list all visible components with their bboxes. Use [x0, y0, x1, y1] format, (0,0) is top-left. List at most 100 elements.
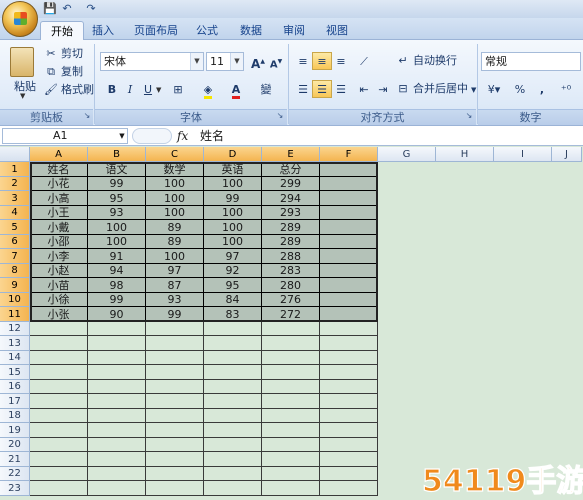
table-cell[interactable] — [320, 206, 378, 220]
chevron-down-icon[interactable]: ▼ — [471, 86, 476, 94]
empty-cell[interactable] — [320, 423, 378, 438]
column-header-g[interactable]: G — [378, 147, 436, 162]
header-cell[interactable]: 语文 — [88, 162, 146, 177]
tab-view[interactable]: 视图 — [316, 21, 358, 40]
empty-cell[interactable] — [320, 409, 378, 423]
row-header[interactable]: 15 — [0, 365, 30, 380]
empty-cell[interactable] — [262, 481, 320, 496]
row-header[interactable]: 21 — [0, 452, 30, 467]
underline-button[interactable]: U — [138, 80, 158, 98]
column-header-i[interactable]: I — [494, 147, 552, 162]
table-cell[interactable]: 100 — [146, 249, 204, 264]
table-cell[interactable]: 272 — [262, 307, 320, 322]
empty-cell[interactable] — [262, 438, 320, 452]
row-header[interactable]: 16 — [0, 380, 30, 394]
empty-cell[interactable] — [88, 336, 146, 351]
row-header[interactable]: 14 — [0, 351, 30, 365]
row-header[interactable]: 22 — [0, 467, 30, 481]
table-cell[interactable]: 83 — [204, 307, 262, 322]
table-cell[interactable]: 小高 — [30, 191, 88, 206]
align-middle-button[interactable]: ≡ — [312, 52, 332, 70]
increase-decimal-button[interactable]: ⁺⁰ — [556, 80, 576, 98]
empty-cell[interactable] — [204, 481, 262, 496]
row-header[interactable]: 5 — [0, 220, 30, 235]
font-color-button[interactable]: A — [226, 80, 246, 99]
table-cell[interactable]: 87 — [146, 278, 204, 293]
empty-cell[interactable] — [320, 438, 378, 452]
grow-font-button[interactable]: A▲ — [248, 52, 268, 71]
column-header-c[interactable]: C — [146, 147, 204, 162]
table-cell[interactable]: 99 — [146, 307, 204, 322]
redo-icon[interactable]: ↷ — [84, 2, 98, 16]
column-header-f[interactable]: F — [320, 147, 378, 162]
table-cell[interactable]: 94 — [88, 264, 146, 278]
comma-button[interactable]: , — [532, 80, 552, 98]
row-header[interactable]: 10 — [0, 293, 30, 307]
empty-cell[interactable] — [88, 394, 146, 409]
table-cell[interactable] — [320, 307, 378, 322]
header-cell[interactable]: 姓名 — [30, 162, 88, 177]
column-header-e[interactable]: E — [262, 147, 320, 162]
table-cell[interactable]: 93 — [88, 206, 146, 220]
table-cell[interactable]: 100 — [204, 235, 262, 249]
table-cell[interactable]: 95 — [204, 278, 262, 293]
empty-cell[interactable] — [146, 322, 204, 336]
font-launcher-icon[interactable]: ↘ — [275, 111, 285, 121]
name-box[interactable]: A1 — [2, 128, 128, 144]
table-cell[interactable]: 280 — [262, 278, 320, 293]
empty-cell[interactable] — [146, 438, 204, 452]
table-cell[interactable]: 84 — [204, 293, 262, 307]
tab-home[interactable]: 开始 — [40, 21, 84, 40]
row-header[interactable]: 13 — [0, 336, 30, 351]
empty-cell[interactable] — [146, 380, 204, 394]
empty-cell[interactable] — [88, 423, 146, 438]
table-cell[interactable] — [320, 177, 378, 191]
table-cell[interactable] — [320, 191, 378, 206]
empty-cell[interactable] — [320, 365, 378, 380]
table-cell[interactable]: 小徐 — [30, 293, 88, 307]
empty-cell[interactable] — [204, 394, 262, 409]
table-cell[interactable] — [320, 249, 378, 264]
empty-cell[interactable] — [88, 467, 146, 481]
empty-cell[interactable] — [320, 380, 378, 394]
empty-cell[interactable] — [88, 409, 146, 423]
empty-cell[interactable] — [88, 452, 146, 467]
chevron-down-icon[interactable]: ▼ — [230, 53, 243, 70]
alignment-launcher-icon[interactable]: ↘ — [464, 111, 474, 121]
table-cell[interactable]: 100 — [146, 206, 204, 220]
table-cell[interactable]: 小李 — [30, 249, 88, 264]
table-cell[interactable]: 283 — [262, 264, 320, 278]
increase-indent-button[interactable]: ⇥ — [373, 80, 393, 98]
tab-insert[interactable]: 插入 — [82, 21, 124, 40]
empty-cell[interactable] — [30, 409, 88, 423]
orientation-button[interactable]: ⟋ — [354, 52, 374, 70]
copy-button[interactable]: ⧉ 复制 — [44, 63, 83, 81]
empty-cell[interactable] — [30, 423, 88, 438]
empty-cell[interactable] — [204, 452, 262, 467]
table-cell[interactable]: 小花 — [30, 177, 88, 191]
empty-cell[interactable] — [146, 336, 204, 351]
table-cell[interactable]: 97 — [204, 249, 262, 264]
empty-cell[interactable] — [146, 394, 204, 409]
empty-cell[interactable] — [30, 438, 88, 452]
table-cell[interactable]: 276 — [262, 293, 320, 307]
underline-dropdown-icon[interactable]: ▼ — [156, 86, 161, 94]
empty-cell[interactable] — [262, 351, 320, 365]
table-cell[interactable]: 92 — [204, 264, 262, 278]
table-cell[interactable] — [320, 278, 378, 293]
empty-cell[interactable] — [30, 380, 88, 394]
phonetic-button[interactable]: 變 — [256, 80, 276, 98]
italic-button[interactable]: I — [120, 80, 140, 98]
empty-cell[interactable] — [88, 365, 146, 380]
tab-page-layout[interactable]: 页面布局 — [124, 21, 188, 40]
table-cell[interactable]: 100 — [204, 206, 262, 220]
table-cell[interactable]: 89 — [146, 220, 204, 235]
table-cell[interactable]: 99 — [204, 191, 262, 206]
table-cell[interactable]: 100 — [146, 177, 204, 191]
table-cell[interactable]: 100 — [88, 235, 146, 249]
paste-icon[interactable] — [10, 47, 34, 77]
empty-cell[interactable] — [146, 452, 204, 467]
number-format-combo[interactable]: 常规 — [481, 52, 581, 71]
table-cell[interactable]: 100 — [204, 220, 262, 235]
border-button[interactable]: ⊞ — [168, 80, 188, 98]
